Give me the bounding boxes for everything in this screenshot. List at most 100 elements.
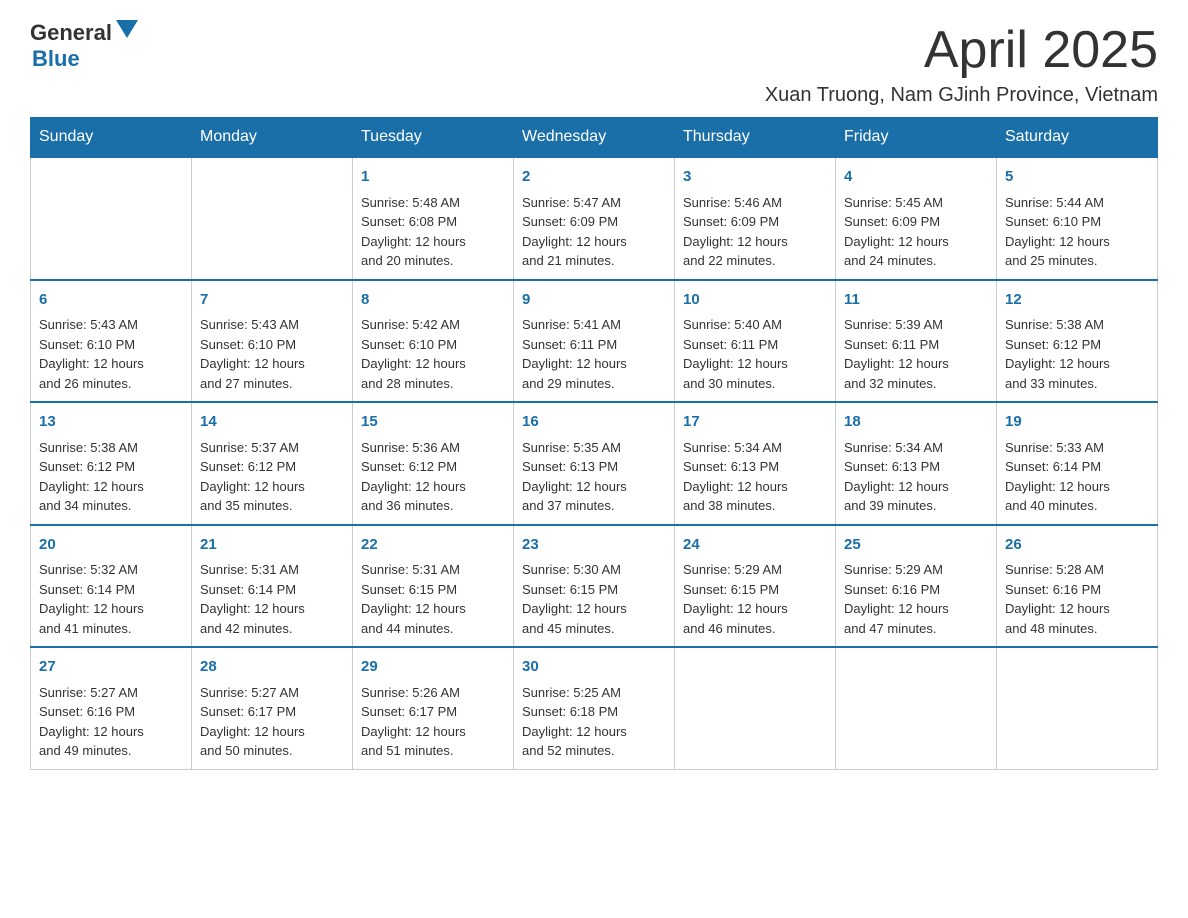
day-number: 26 <box>1005 534 1149 557</box>
day-number: 30 <box>522 656 666 679</box>
day-number: 22 <box>361 534 505 557</box>
day-info: Sunrise: 5:33 AMSunset: 6:14 PMDaylight:… <box>1005 438 1149 516</box>
day-info: Sunrise: 5:31 AMSunset: 6:14 PMDaylight:… <box>200 560 344 638</box>
day-number: 10 <box>683 289 827 312</box>
day-info: Sunrise: 5:43 AMSunset: 6:10 PMDaylight:… <box>200 315 344 393</box>
calendar-cell-week5-day6 <box>997 647 1158 769</box>
day-number: 18 <box>844 411 988 434</box>
weekday-header-monday: Monday <box>192 118 353 158</box>
title-section: April 2025 Xuan Truong, Nam GJinh Provin… <box>765 20 1158 107</box>
day-info: Sunrise: 5:34 AMSunset: 6:13 PMDaylight:… <box>844 438 988 516</box>
calendar-cell-week5-day0: 27 Sunrise: 5:27 AMSunset: 6:16 PMDayligh… <box>31 647 192 769</box>
weekday-header-friday: Friday <box>836 118 997 158</box>
logo: General Blue <box>30 20 138 72</box>
day-info: Sunrise: 5:25 AMSunset: 6:18 PMDaylight:… <box>522 683 666 761</box>
day-info: Sunrise: 5:29 AMSunset: 6:16 PMDaylight:… <box>844 560 988 638</box>
calendar-cell-week2-day1: 7 Sunrise: 5:43 AMSunset: 6:10 PMDaylight… <box>192 280 353 403</box>
page-header: General Blue April 2025 Xuan Truong, Nam… <box>30 20 1158 107</box>
day-info: Sunrise: 5:44 AMSunset: 6:10 PMDaylight:… <box>1005 193 1149 271</box>
calendar-cell-week2-day6: 12Sunrise: 5:38 AMSunset: 6:12 PMDayligh… <box>997 280 1158 403</box>
weekday-header-thursday: Thursday <box>675 118 836 158</box>
day-number: 19 <box>1005 411 1149 434</box>
day-info: Sunrise: 5:47 AMSunset: 6:09 PMDaylight:… <box>522 193 666 271</box>
day-number: 17 <box>683 411 827 434</box>
calendar-cell-week4-day1: 21 Sunrise: 5:31 AMSunset: 6:14 PMDayligh… <box>192 525 353 648</box>
day-number: 14 <box>200 411 344 434</box>
calendar-week-1: 1 Sunrise: 5:48 AMSunset: 6:08 PMDaylight… <box>31 157 1158 280</box>
day-info: Sunrise: 5:27 AMSunset: 6:16 PMDaylight:… <box>39 683 183 761</box>
day-info: Sunrise: 5:41 AMSunset: 6:11 PMDaylight:… <box>522 315 666 393</box>
calendar-cell-week5-day5 <box>836 647 997 769</box>
day-info: Sunrise: 5:43 AMSunset: 6:10 PMDaylight:… <box>39 315 183 393</box>
day-number: 25 <box>844 534 988 557</box>
day-info: Sunrise: 5:32 AMSunset: 6:14 PMDaylight:… <box>39 560 183 638</box>
calendar-week-2: 6 Sunrise: 5:43 AMSunset: 6:10 PMDaylight… <box>31 280 1158 403</box>
day-info: Sunrise: 5:39 AMSunset: 6:11 PMDaylight:… <box>844 315 988 393</box>
day-info: Sunrise: 5:36 AMSunset: 6:12 PMDaylight:… <box>361 438 505 516</box>
day-info: Sunrise: 5:26 AMSunset: 6:17 PMDaylight:… <box>361 683 505 761</box>
calendar-cell-week5-day3: 30 Sunrise: 5:25 AMSunset: 6:18 PMDayligh… <box>514 647 675 769</box>
calendar-cell-week5-day4 <box>675 647 836 769</box>
calendar-cell-week4-day5: 25 Sunrise: 5:29 AMSunset: 6:16 PMDayligh… <box>836 525 997 648</box>
day-number: 24 <box>683 534 827 557</box>
day-number: 6 <box>39 289 183 312</box>
calendar-cell-week4-day4: 24Sunrise: 5:29 AMSunset: 6:15 PMDayligh… <box>675 525 836 648</box>
weekday-header-sunday: Sunday <box>31 118 192 158</box>
calendar-cell-week1-day3: 2 Sunrise: 5:47 AMSunset: 6:09 PMDaylight… <box>514 157 675 280</box>
calendar-cell-week3-day6: 19 Sunrise: 5:33 AMSunset: 6:14 PMDayligh… <box>997 402 1158 525</box>
calendar-cell-week3-day0: 13Sunrise: 5:38 AMSunset: 6:12 PMDayligh… <box>31 402 192 525</box>
day-number: 16 <box>522 411 666 434</box>
day-info: Sunrise: 5:27 AMSunset: 6:17 PMDaylight:… <box>200 683 344 761</box>
calendar-cell-week3-day5: 18 Sunrise: 5:34 AMSunset: 6:13 PMDayligh… <box>836 402 997 525</box>
day-info: Sunrise: 5:35 AMSunset: 6:13 PMDaylight:… <box>522 438 666 516</box>
calendar-cell-week1-day6: 5 Sunrise: 5:44 AMSunset: 6:10 PMDaylight… <box>997 157 1158 280</box>
calendar-header-row: SundayMondayTuesdayWednesdayThursdayFrid… <box>31 118 1158 158</box>
calendar-cell-week2-day3: 9Sunrise: 5:41 AMSunset: 6:11 PMDaylight… <box>514 280 675 403</box>
day-info: Sunrise: 5:42 AMSunset: 6:10 PMDaylight:… <box>361 315 505 393</box>
calendar-cell-week4-day0: 20Sunrise: 5:32 AMSunset: 6:14 PMDayligh… <box>31 525 192 648</box>
day-info: Sunrise: 5:40 AMSunset: 6:11 PMDaylight:… <box>683 315 827 393</box>
day-info: Sunrise: 5:30 AMSunset: 6:15 PMDaylight:… <box>522 560 666 638</box>
logo-blue-text: Blue <box>32 46 80 72</box>
calendar-week-3: 13Sunrise: 5:38 AMSunset: 6:12 PMDayligh… <box>31 402 1158 525</box>
day-number: 23 <box>522 534 666 557</box>
location-title: Xuan Truong, Nam GJinh Province, Vietnam <box>765 84 1158 107</box>
calendar-cell-week5-day1: 28 Sunrise: 5:27 AMSunset: 6:17 PMDayligh… <box>192 647 353 769</box>
calendar-week-4: 20Sunrise: 5:32 AMSunset: 6:14 PMDayligh… <box>31 525 1158 648</box>
day-number: 1 <box>361 166 505 189</box>
day-info: Sunrise: 5:38 AMSunset: 6:12 PMDaylight:… <box>1005 315 1149 393</box>
calendar-cell-week2-day4: 10 Sunrise: 5:40 AMSunset: 6:11 PMDayligh… <box>675 280 836 403</box>
weekday-header-wednesday: Wednesday <box>514 118 675 158</box>
day-number: 5 <box>1005 166 1149 189</box>
calendar-cell-week4-day2: 22 Sunrise: 5:31 AMSunset: 6:15 PMDayligh… <box>353 525 514 648</box>
day-number: 15 <box>361 411 505 434</box>
day-number: 13 <box>39 411 183 434</box>
day-number: 3 <box>683 166 827 189</box>
calendar-cell-week3-day3: 16 Sunrise: 5:35 AMSunset: 6:13 PMDayligh… <box>514 402 675 525</box>
day-info: Sunrise: 5:34 AMSunset: 6:13 PMDaylight:… <box>683 438 827 516</box>
day-number: 21 <box>200 534 344 557</box>
day-number: 29 <box>361 656 505 679</box>
day-number: 7 <box>200 289 344 312</box>
calendar-cell-week1-day5: 4 Sunrise: 5:45 AMSunset: 6:09 PMDaylight… <box>836 157 997 280</box>
day-number: 2 <box>522 166 666 189</box>
day-info: Sunrise: 5:31 AMSunset: 6:15 PMDaylight:… <box>361 560 505 638</box>
day-number: 27 <box>39 656 183 679</box>
day-info: Sunrise: 5:45 AMSunset: 6:09 PMDaylight:… <box>844 193 988 271</box>
calendar-week-5: 27 Sunrise: 5:27 AMSunset: 6:16 PMDayligh… <box>31 647 1158 769</box>
day-info: Sunrise: 5:48 AMSunset: 6:08 PMDaylight:… <box>361 193 505 271</box>
day-info: Sunrise: 5:28 AMSunset: 6:16 PMDaylight:… <box>1005 560 1149 638</box>
day-info: Sunrise: 5:46 AMSunset: 6:09 PMDaylight:… <box>683 193 827 271</box>
calendar-cell-week2-day5: 11Sunrise: 5:39 AMSunset: 6:11 PMDayligh… <box>836 280 997 403</box>
calendar-cell-week3-day1: 14Sunrise: 5:37 AMSunset: 6:12 PMDayligh… <box>192 402 353 525</box>
month-title: April 2025 <box>765 20 1158 80</box>
day-number: 8 <box>361 289 505 312</box>
day-number: 4 <box>844 166 988 189</box>
calendar-cell-week4-day6: 26 Sunrise: 5:28 AMSunset: 6:16 PMDayligh… <box>997 525 1158 648</box>
day-number: 28 <box>200 656 344 679</box>
calendar-cell-week1-day4: 3 Sunrise: 5:46 AMSunset: 6:09 PMDaylight… <box>675 157 836 280</box>
calendar-cell-week4-day3: 23 Sunrise: 5:30 AMSunset: 6:15 PMDayligh… <box>514 525 675 648</box>
weekday-header-tuesday: Tuesday <box>353 118 514 158</box>
calendar-cell-week1-day1 <box>192 157 353 280</box>
logo-general-text: General <box>30 20 112 46</box>
